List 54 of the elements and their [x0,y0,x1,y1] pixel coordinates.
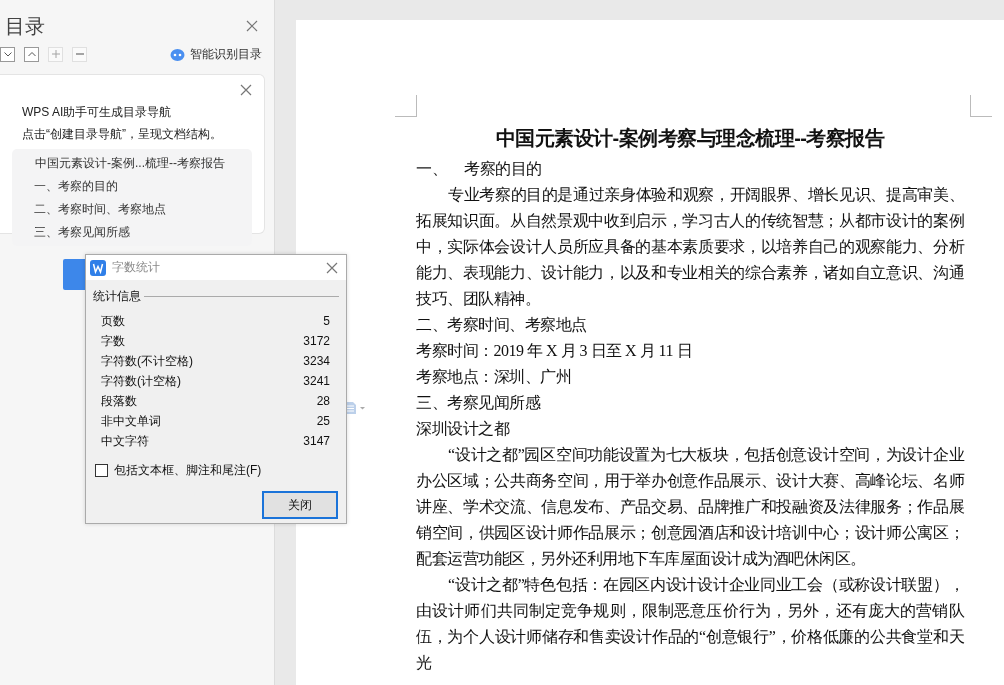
stat-label: 非中文单词 [101,413,161,430]
paragraph: 专业考察的目的是通过亲身体验和观察，开阔眼界、增长见识、提高审美、拓展知识面。从自然景观中收到启示，学习古人的传统智慧；从都市设计的案例中，实际体会设计人员所应具备的基本素质要求，以培养自己的观察能力、分析能力、表现能力、设计能力，以及和专业相关的综合素养，诸如自立意识、沟通技巧、团队精神。 [416,185,964,309]
expand-button[interactable] [24,46,39,62]
stat-label: 字符数(不计空格) [101,353,193,370]
heading-text: 考察的目的 [464,159,542,179]
list-number: 一、 [416,159,448,179]
panel-title: 目录 [5,13,45,39]
document-title: 中国元素设计-案例考察与理念梳理--考察报告 [494,126,886,151]
outline-item: 中国元素设计-案例...梳理--考察报告 [34,155,226,172]
close-icon [240,84,252,96]
text-line: 考察时间：2019 年 X 月 3 日至 X 月 11 日 [416,341,693,361]
card-text: 点击“创建目录导航”，呈现文档结构。 [21,126,223,143]
chevron-up-icon [27,51,36,57]
stat-label: 段落数 [101,393,137,410]
card-text: WPS AI助手可生成目录导航 [21,104,173,121]
collapse-button[interactable] [0,46,15,62]
chevron-down-icon [3,51,12,57]
checkbox[interactable] [95,464,108,477]
checkbox-label: 包括文本框、脚注和尾注(F) [114,462,262,479]
close-button[interactable] [326,261,338,274]
outline-item: 三、考察见闻所感 [33,224,131,241]
paragraph: “设计之都”特色包括：在园区内设计设计企业同业工会（或称设计联盟），由设计师们共同制定竞争规则，限制恶意压价行为，另外，还有庞大的营销队伍，为个人设计师储存和售卖设计作品的“创意银行”，价格低廉的公共食堂和天光 [416,575,964,673]
margin-mark [970,95,992,117]
group-label: 统计信息 [93,288,141,305]
stat-label: 页数 [101,313,125,330]
text-line: 三、考察见闻所感 [416,393,542,413]
stat-value: 25 [316,413,330,430]
stat-value: 28 [316,393,330,410]
dialog-title: 字数统计 [112,259,160,276]
text-line: 考察地点：深圳、广州 [416,367,572,387]
stat-value: 3147 [303,433,330,450]
stat-value: 3241 [303,373,330,390]
close-button[interactable] [240,84,252,96]
stat-value: 3234 [303,353,330,370]
minus-icon [75,53,84,55]
text-line: 二、考察时间、考察地点 [416,315,588,335]
outline-item: 一、考察的目的 [33,178,119,195]
plus-icon [51,50,60,58]
outline-item: 二、考察时间、考察地点 [33,201,167,218]
smart-toc-button[interactable]: 智能识别目录 [170,45,262,63]
stat-label: 中文字符 [101,433,149,450]
stat-label: 字符数(计空格) [101,373,181,390]
close-icon [326,261,338,274]
paragraph: “设计之都”园区空间功能设置为七大板块，包括创意设计空间，为设计企业办公区域；公共商务空间，用于举办创意作品展示、设计大赛、高峰论坛、名师讲座、学术交流、信息发布、产品交易、品牌推广和投融资及法律服务；作品展销空间，供园区设计师作品展示；创意园酒店和设计培训中心；设计师公寓区；配套运营功能区，另外还利用地下车库屋面设计成为酒吧休闲区。 [416,445,964,569]
close-button[interactable]: 关闭 [262,491,338,519]
stat-value: 3172 [303,333,330,350]
app-logo-icon [90,259,106,276]
stat-label: 字数 [101,333,125,350]
margin-mark [395,95,417,117]
close-icon [246,20,258,32]
text-line: 深圳设计之都 [416,419,511,439]
robot-icon [170,46,185,62]
stat-value: 5 [323,313,330,330]
close-button[interactable] [246,20,258,32]
